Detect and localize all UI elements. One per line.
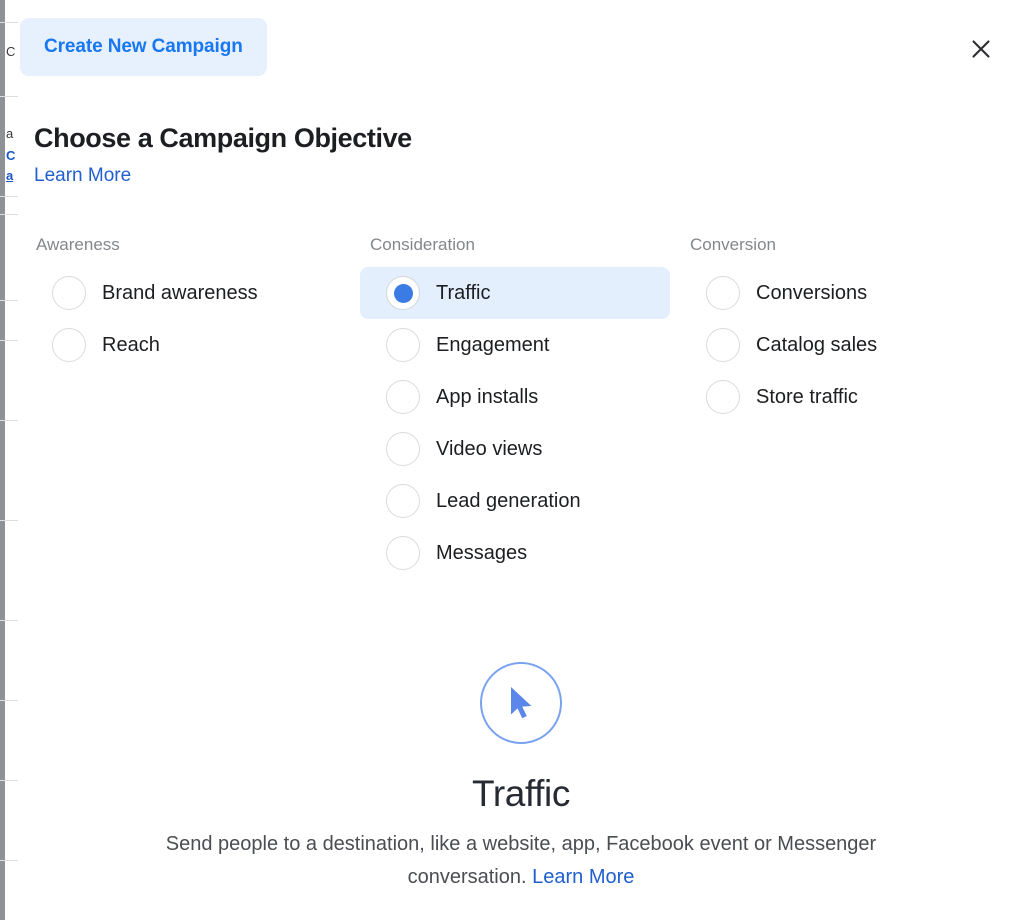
background-divider <box>0 340 18 341</box>
radio-dot-icon <box>393 283 413 303</box>
radio-button[interactable] <box>386 328 420 362</box>
background-text-fragment: a <box>6 168 14 183</box>
column-header-conversion: Conversion <box>690 235 776 254</box>
objective-option-label: Catalog sales <box>756 334 878 356</box>
objective-learn-more-link[interactable]: Learn More <box>34 165 131 187</box>
create-campaign-dialog: Create New Campaign Choose a Campaign Ob… <box>18 2 1024 920</box>
objective-option[interactable]: Lead generation <box>360 475 670 527</box>
objective-option-label: Traffic <box>436 282 491 304</box>
objective-option-label: Brand awareness <box>102 282 258 304</box>
radio-button[interactable] <box>386 276 420 310</box>
objective-column-consideration: Consideration Traffic Engagement App instal… <box>360 234 680 579</box>
page-title: Choose a Campaign Objective <box>34 123 412 153</box>
objective-option[interactable]: Traffic <box>360 267 670 319</box>
radio-button[interactable] <box>706 328 740 362</box>
background-divider <box>0 214 18 215</box>
radio-button[interactable] <box>386 536 420 570</box>
objective-option[interactable]: Brand awareness <box>34 267 360 319</box>
objective-option[interactable]: Messages <box>360 527 670 579</box>
radio-dot-icon <box>60 284 79 303</box>
objective-option-label: Conversions <box>756 282 868 304</box>
background-text-fragment: a <box>6 126 14 141</box>
objective-option-label: Engagement <box>436 334 550 356</box>
background-divider <box>0 420 18 421</box>
column-header-awareness: Awareness <box>36 235 120 254</box>
radio-dot-icon <box>714 388 733 407</box>
background-divider <box>0 700 18 701</box>
background-divider <box>0 96 18 97</box>
objective-option-label: Lead generation <box>436 490 581 512</box>
objective-option[interactable]: App installs <box>360 371 670 423</box>
background-divider <box>0 22 18 23</box>
objective-option[interactable]: Video views <box>360 423 670 475</box>
objective-preview: Traffic Send people to a destination, li… <box>18 662 1024 894</box>
radio-button[interactable] <box>52 328 86 362</box>
preview-title: Traffic <box>472 773 570 814</box>
column-header-consideration: Consideration <box>370 235 475 254</box>
close-button[interactable] <box>960 28 1002 70</box>
objective-option[interactable]: Engagement <box>360 319 670 371</box>
create-new-campaign-button[interactable]: Create New Campaign <box>20 18 267 76</box>
preview-description-text: Send people to a destination, like a web… <box>165 833 877 888</box>
radio-dot-icon <box>394 492 413 511</box>
objective-option[interactable]: Catalog sales <box>682 319 1010 371</box>
close-icon <box>972 40 990 58</box>
radio-dot-icon <box>714 336 733 355</box>
radio-button[interactable] <box>386 432 420 466</box>
objective-option[interactable]: Store traffic <box>682 371 1010 423</box>
objective-option-label: Messages <box>436 542 528 564</box>
objective-option-label: App installs <box>436 386 539 408</box>
radio-dot-icon <box>394 388 413 407</box>
radio-button[interactable] <box>52 276 86 310</box>
cursor-pointer-icon <box>511 687 532 719</box>
radio-dot-icon <box>60 336 79 355</box>
background-divider <box>0 520 18 521</box>
objective-option-label: Video views <box>436 438 543 460</box>
background-divider <box>0 780 18 781</box>
objective-column-awareness: Awareness Brand awareness Reach <box>18 234 360 579</box>
background-text-fragment: C <box>6 44 16 59</box>
background-text-fragment: C <box>6 148 16 163</box>
preview-description: Send people to a destination, like a web… <box>161 828 881 894</box>
objective-option[interactable]: Reach <box>34 319 360 371</box>
objective-column-conversion: Conversion Conversions Catalog sales Store … <box>680 234 1010 579</box>
background-divider <box>0 300 18 301</box>
radio-dot-icon <box>394 544 413 563</box>
background-scrollbar[interactable] <box>0 0 5 920</box>
objective-option[interactable]: Conversions <box>682 267 1010 319</box>
preview-learn-more-link[interactable]: Learn More <box>532 866 634 888</box>
radio-button[interactable] <box>706 380 740 414</box>
radio-dot-icon <box>394 440 413 459</box>
radio-dot-icon <box>714 284 733 303</box>
background-divider <box>0 620 18 621</box>
background-divider <box>0 196 18 197</box>
objective-columns: Awareness Brand awareness Reach Considerati… <box>18 234 1024 579</box>
objective-option-label: Store traffic <box>756 386 858 408</box>
radio-dot-icon <box>394 336 413 355</box>
objective-option-label: Reach <box>102 334 160 356</box>
preview-icon-ring <box>480 662 562 744</box>
radio-button[interactable] <box>386 380 420 414</box>
background-divider <box>0 860 18 861</box>
radio-button[interactable] <box>386 484 420 518</box>
radio-button[interactable] <box>706 276 740 310</box>
